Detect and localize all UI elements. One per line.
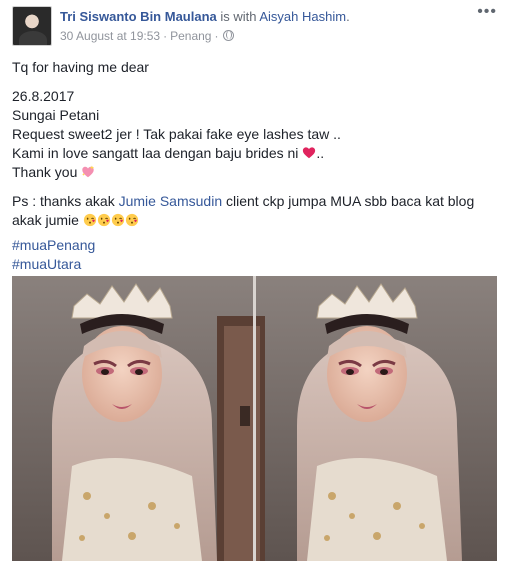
sparkling-heart-emoji-icon [82,165,95,178]
location-link[interactable]: Penang [170,29,211,43]
post-meta: Tri Siswanto Bin Maulana is with Aisyah … [60,8,350,44]
ps-text: Ps : thanks akak [12,193,119,209]
post-photo[interactable] [12,276,497,561]
post-text-request: Request sweet2 jer ! Tak pakai fake eye … [12,126,341,142]
with-text: is with [216,9,260,24]
post-subline: 30 August at 19:53 · Penang · [60,28,350,44]
post-text-date: 26.8.2017 [12,88,75,104]
bride-makeup-photo [12,276,497,561]
timestamp-link[interactable]: 30 August at 19:53 [60,29,160,43]
post-text-thankyou: Thank you [12,163,495,182]
hashtag-link[interactable]: #muaPenang [12,236,495,255]
post-text-love: Kami in love sangatt laa dengan baju bri… [12,144,495,163]
hashtag-link[interactable]: #muaUtara [12,255,495,274]
face-blowing-kiss-emoji-icon [97,213,110,227]
post-text-thanks: Tq for having me dear [12,59,149,75]
face-blowing-kiss-emoji-icon [125,213,138,227]
red-heart-emoji-icon [303,147,316,159]
face-blowing-kiss-emoji-icon [83,213,96,227]
post-text-place: Sungai Petani [12,107,100,123]
author-name-link[interactable]: Tri Siswanto Bin Maulana [60,9,217,24]
love-text: Kami in love sangatt laa dengan baju bri… [12,145,303,161]
love-suffix: .. [316,145,325,161]
separator-dot: · [163,29,168,43]
facebook-post: Tri Siswanto Bin Maulana is with Aisyah … [0,0,507,561]
separator-dot: · [214,29,219,43]
more-options-icon[interactable]: ••• [477,4,497,20]
post-text-ps: Ps : thanks akak Jumie Samsudin client c… [12,192,495,230]
face-blowing-kiss-emoji-icon [111,213,124,227]
mention-link[interactable]: Jumie Samsudin [119,193,223,209]
globe-icon[interactable] [223,30,235,41]
period-text: . [346,9,350,24]
post-body: Tq for having me dear 26.8.2017 Sungai P… [12,58,495,274]
tagged-person-link[interactable]: Aisyah Hashim [259,9,346,24]
post-header: Tri Siswanto Bin Maulana is with Aisyah … [12,4,497,46]
thank-you-text: Thank you [12,164,82,180]
post-author-line: Tri Siswanto Bin Maulana is with Aisyah … [60,8,350,26]
author-avatar[interactable] [12,6,52,46]
